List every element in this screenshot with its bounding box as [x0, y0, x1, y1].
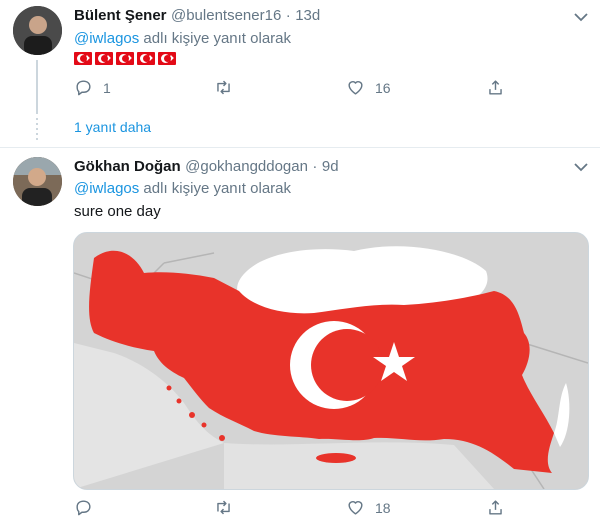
turkey-flag-icon [116, 52, 134, 65]
reply-icon [76, 500, 91, 516]
thread-dots [36, 118, 38, 140]
like-button[interactable]: 18 [346, 498, 486, 517]
separator: · [312, 158, 318, 175]
reply-button[interactable] [74, 498, 214, 517]
tweet-actions: 18 [74, 498, 514, 517]
reply-icon [76, 80, 91, 96]
like-count: 18 [375, 499, 391, 516]
tweet-text: sure one day [74, 203, 161, 220]
turkey-flag-icon [137, 52, 155, 65]
share-icon [489, 500, 502, 515]
share-button[interactable] [486, 498, 505, 517]
reply-to-label: adlı kişiye yanıt olarak [139, 30, 292, 47]
avatar[interactable] [13, 6, 62, 55]
reply-handle-link[interactable]: @iwlagos [74, 180, 139, 197]
reply-handle-link[interactable]: @iwlagos [74, 30, 139, 47]
share-button[interactable] [486, 78, 505, 97]
tweet-bulent[interactable]: Bülent Şener @bulentsener16 · 13d @iwlag… [0, 0, 600, 112]
like-icon [348, 501, 363, 515]
like-count: 16 [375, 79, 391, 96]
thread-line [36, 60, 38, 114]
like-button[interactable]: 16 [346, 78, 486, 97]
retweet-button[interactable] [214, 78, 346, 97]
turkey-flag-icon [95, 52, 113, 65]
retweet-icon [217, 500, 230, 515]
like-icon [348, 81, 363, 95]
author-name[interactable]: Gökhan Doğan [74, 158, 181, 175]
reply-button[interactable]: 1 [74, 78, 214, 97]
tweet-image-map[interactable] [73, 232, 589, 490]
chevron-down-icon[interactable] [574, 12, 588, 22]
show-more-replies-link[interactable]: 1 yanıt daha [74, 119, 151, 135]
separator: · [285, 7, 291, 24]
reply-to-label: adlı kişiye yanıt olarak [139, 180, 292, 197]
reply-to-line: @iwlagos adlı kişiye yanıt olarak [74, 180, 291, 197]
reply-to-line: @iwlagos adlı kişiye yanıt olarak [74, 30, 291, 47]
tweet-time[interactable]: 13d [295, 7, 320, 24]
map-illustration [74, 233, 588, 489]
author-handle[interactable]: @gokhangddogan [185, 158, 308, 175]
retweet-icon [217, 80, 230, 95]
turkey-flag-icon [158, 52, 176, 65]
chevron-down-icon[interactable] [574, 162, 588, 172]
turkey-flag-icon [74, 52, 92, 65]
tweet-time[interactable]: 9d [322, 158, 339, 175]
retweet-button[interactable] [214, 498, 346, 517]
author-name[interactable]: Bülent Şener [74, 7, 167, 24]
share-icon [489, 80, 502, 95]
reply-count: 1 [103, 79, 111, 96]
tweet-flags [74, 52, 179, 70]
author-handle[interactable]: @bulentsener16 [171, 7, 281, 24]
avatar[interactable] [13, 157, 62, 206]
